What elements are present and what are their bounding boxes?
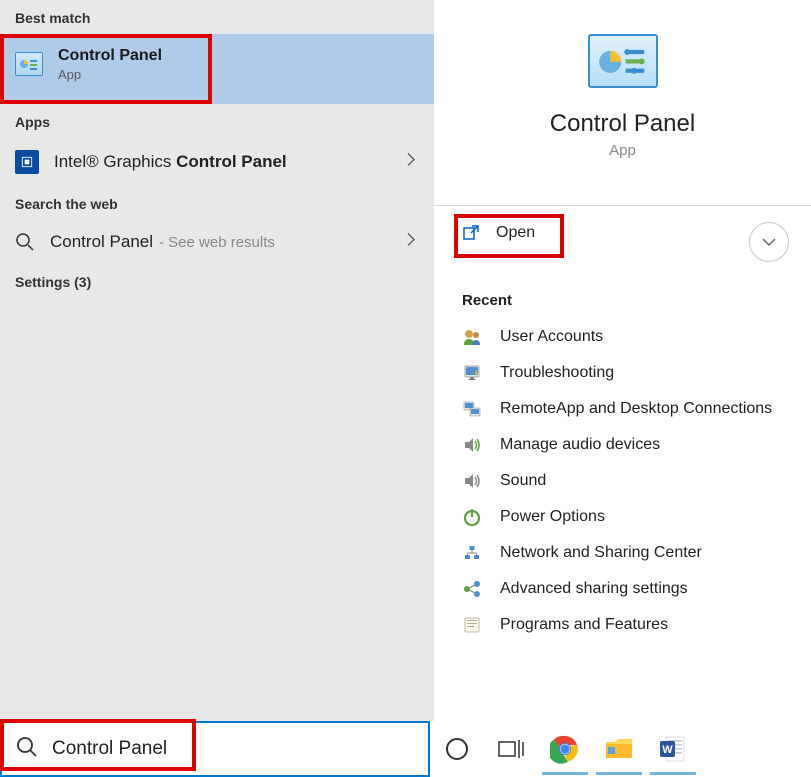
recent-item-remoteapp[interactable]: RemoteApp and Desktop Connections xyxy=(462,391,783,427)
recent-item-power-options[interactable]: Power Options xyxy=(462,499,783,535)
web-item-hint: - See web results xyxy=(159,234,275,251)
best-match-header: Best match xyxy=(0,0,434,34)
chrome-icon[interactable] xyxy=(538,723,592,775)
chevron-right-icon xyxy=(406,152,416,173)
recent-item-sound[interactable]: Sound xyxy=(462,463,783,499)
programs-features-icon xyxy=(462,615,482,635)
recent-item-advanced-sharing[interactable]: Advanced sharing settings xyxy=(462,571,783,607)
web-item-label: Control Panel xyxy=(50,232,153,252)
power-options-icon xyxy=(462,507,482,527)
best-match-subtitle: App xyxy=(58,67,162,82)
taskbar-search-box[interactable] xyxy=(0,721,430,777)
settings-header: Settings (3) xyxy=(0,264,434,298)
hero-title: Control Panel xyxy=(550,110,695,138)
recent-header: Recent xyxy=(462,292,783,319)
recent-item-programs-features[interactable]: Programs and Features xyxy=(462,607,783,643)
apps-item-label: Intel® Graphics Control Panel xyxy=(54,152,287,172)
advanced-sharing-icon xyxy=(462,579,482,599)
troubleshooting-icon xyxy=(462,363,482,383)
recent-list: User Accounts Troubleshooting RemoteApp … xyxy=(462,319,783,643)
recent-item-network-sharing[interactable]: Network and Sharing Center xyxy=(462,535,783,571)
details-panel: Control Panel App Open Recent User Acco xyxy=(434,0,811,721)
open-action[interactable]: Open xyxy=(462,224,535,242)
sound-icon xyxy=(462,471,482,491)
user-accounts-icon xyxy=(462,327,482,347)
hero-section: Control Panel App xyxy=(434,4,811,179)
taskbar: W xyxy=(0,721,811,777)
search-web-header: Search the web xyxy=(0,186,434,220)
chevron-right-icon xyxy=(406,232,416,253)
best-match-title: Control Panel xyxy=(58,46,162,65)
search-results-panel: Best match Control Panel App Apps Intel®… xyxy=(0,0,434,721)
intel-graphics-icon xyxy=(15,150,39,174)
apps-item-intel-graphics[interactable]: Intel® Graphics Control Panel xyxy=(0,138,434,186)
cortana-icon[interactable] xyxy=(430,723,484,775)
expand-button[interactable] xyxy=(749,222,789,262)
audio-devices-icon xyxy=(462,435,482,455)
recent-item-troubleshooting[interactable]: Troubleshooting xyxy=(462,355,783,391)
open-label: Open xyxy=(496,224,535,242)
search-input[interactable] xyxy=(52,738,392,760)
file-explorer-icon[interactable] xyxy=(592,723,646,775)
recent-item-user-accounts[interactable]: User Accounts xyxy=(462,319,783,355)
network-sharing-icon xyxy=(462,543,482,563)
web-item-control-panel[interactable]: Control Panel - See web results xyxy=(0,220,434,264)
control-panel-icon xyxy=(15,52,43,76)
task-view-icon[interactable] xyxy=(484,723,538,775)
best-match-item[interactable]: Control Panel App xyxy=(0,34,434,104)
remoteapp-icon xyxy=(462,399,482,419)
search-icon xyxy=(15,232,35,252)
control-panel-icon-large xyxy=(588,34,658,88)
search-icon xyxy=(16,736,38,763)
hero-subtitle: App xyxy=(609,142,636,159)
svg-text:W: W xyxy=(662,744,673,756)
word-icon[interactable]: W xyxy=(646,723,700,775)
recent-item-audio-devices[interactable]: Manage audio devices xyxy=(462,427,783,463)
apps-header: Apps xyxy=(0,104,434,138)
launch-icon xyxy=(462,224,480,242)
